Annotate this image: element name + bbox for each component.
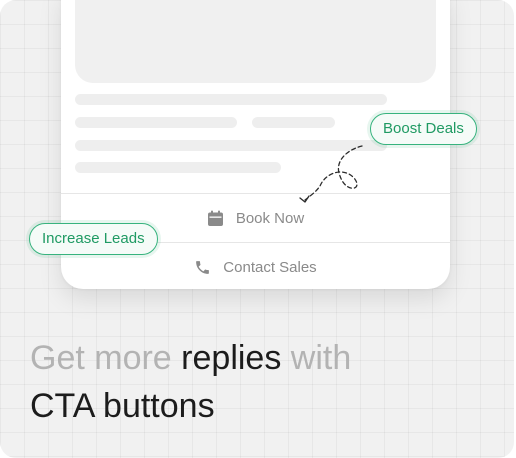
headline-muted-text: with	[281, 339, 352, 377]
boost-deals-tag: Boost Deals	[370, 113, 477, 145]
phone-icon	[194, 259, 211, 276]
headline-line-1: Get more replies with	[30, 334, 351, 382]
image-placeholder	[75, 0, 436, 83]
text-placeholder-line	[75, 94, 387, 105]
text-placeholder-line	[75, 162, 281, 173]
calendar-icon	[207, 210, 224, 227]
dashed-arrow	[299, 145, 363, 203]
headline-line-2: CTA buttons	[30, 387, 215, 425]
increase-leads-tag: Increase Leads	[29, 223, 158, 255]
book-now-label: Book Now	[235, 209, 305, 227]
text-placeholder-line	[252, 117, 335, 128]
headline-muted-text: Get more	[30, 339, 182, 377]
headline: Get more replies with CTA buttons	[30, 334, 351, 430]
promo-card: Book Now Contact Sales Boost Deals Incre…	[0, 0, 514, 458]
contact-sales-label: Contact Sales	[223, 258, 317, 276]
headline-emphasis: replies	[181, 339, 282, 377]
text-placeholder-line	[75, 117, 237, 128]
